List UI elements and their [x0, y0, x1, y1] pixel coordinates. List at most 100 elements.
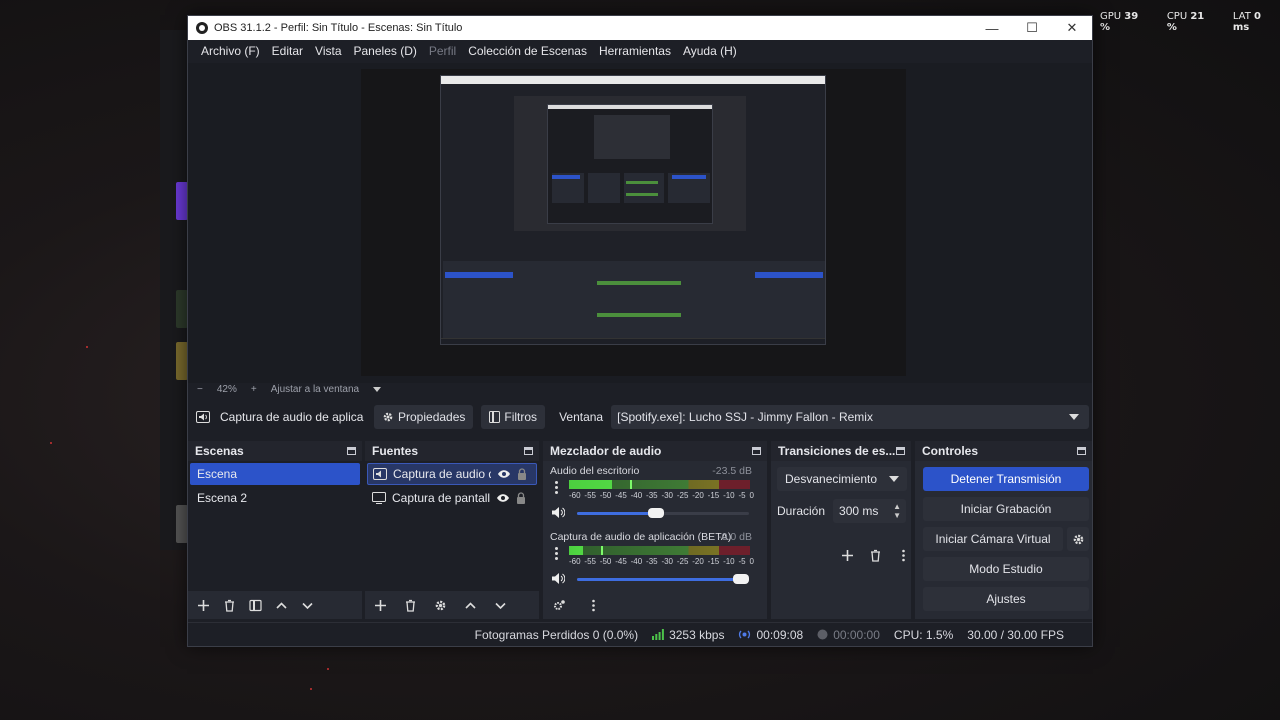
cpu-usage: CPU: 1.5%	[893, 627, 954, 642]
display-capture-icon	[372, 492, 386, 504]
properties-button[interactable]: Propiedades	[374, 405, 474, 429]
eye-icon[interactable]	[497, 469, 511, 479]
title-bar[interactable]: OBS 31.1.2 - Perfil: Sin Título - Escena…	[188, 16, 1092, 40]
minimize-icon[interactable]: —	[972, 16, 1012, 40]
undock-icon[interactable]	[1077, 447, 1086, 455]
lock-icon[interactable]	[516, 492, 526, 504]
chevron-down-icon	[889, 476, 899, 482]
record-icon	[817, 629, 828, 640]
speaker-icon[interactable]	[551, 506, 565, 519]
duration-input[interactable]: 300 ms ▲ ▼	[833, 499, 907, 523]
studio-mode-button[interactable]: Modo Estudio	[923, 557, 1089, 581]
obs-logo-icon	[196, 22, 208, 34]
volume-slider[interactable]	[577, 508, 749, 518]
meter-tick-label: -5	[738, 557, 746, 566]
duration-label: Duración	[777, 504, 826, 518]
transitions-dock-header: Transiciones de es...	[771, 441, 911, 461]
zoom-dropdown-icon[interactable]	[373, 386, 382, 392]
menu-perfil[interactable]: Perfil	[423, 44, 462, 58]
move-down-icon[interactable]	[299, 597, 315, 613]
sources-list: Captura de audio d Captura de pantalla	[365, 461, 539, 591]
program-preview[interactable]	[361, 69, 906, 376]
mixer-channel: Captura de audio de aplicación (BETA) -0…	[543, 527, 767, 593]
menu-archivo[interactable]: Archivo (F)	[195, 44, 266, 58]
menu-herramientas[interactable]: Herramientas	[593, 44, 677, 58]
dropped-frames: Fotogramas Perdidos 0 (0.0%)	[474, 627, 639, 642]
remove-source-icon[interactable]	[402, 597, 418, 613]
source-item[interactable]: Captura de audio d	[367, 463, 537, 485]
kebab-menu-icon[interactable]	[555, 481, 559, 495]
window-select[interactable]: [Spotify.exe]: Lucho SSJ - Jimmy Fallon …	[611, 405, 1090, 429]
source-properties-icon[interactable]	[432, 597, 448, 613]
volume-slider[interactable]	[577, 574, 749, 584]
nested-obs-capture	[440, 75, 826, 345]
menu-paneles[interactable]: Paneles (D)	[348, 44, 423, 58]
menu-vista[interactable]: Vista	[309, 44, 347, 58]
undock-icon[interactable]	[752, 447, 761, 455]
kebab-menu-icon[interactable]	[555, 547, 559, 561]
audio-capture-icon	[196, 411, 210, 423]
add-transition-icon[interactable]	[839, 547, 855, 563]
kebab-menu-icon[interactable]	[895, 547, 911, 563]
menu-bar: Archivo (F) Editar Vista Paneles (D) Per…	[188, 40, 1092, 62]
close-icon[interactable]: ✕	[1052, 16, 1092, 40]
spinner-icon[interactable]: ▲ ▼	[893, 502, 901, 520]
undock-icon[interactable]	[896, 447, 905, 455]
meter-tick-label: -30	[661, 557, 673, 566]
remove-transition-icon[interactable]	[867, 547, 883, 563]
move-up-icon[interactable]	[273, 597, 289, 613]
meter-level	[569, 546, 583, 555]
meter-tick-label: -40	[630, 491, 643, 500]
slider-knob[interactable]	[733, 574, 749, 584]
zoom-in-button[interactable]: +	[251, 384, 257, 395]
filters-button[interactable]: Filtros	[481, 405, 546, 429]
speaker-icon[interactable]	[551, 572, 565, 585]
transition-select[interactable]: Desvanecimiento	[777, 467, 907, 491]
status-bar: Fotogramas Perdidos 0 (0.0%) 3253 kbps 0…	[188, 622, 1092, 646]
zoom-out-button[interactable]: −	[197, 384, 203, 395]
gear-icon	[1073, 534, 1083, 544]
menu-editar[interactable]: Editar	[266, 44, 309, 58]
virtual-camera-settings-button[interactable]	[1067, 527, 1089, 551]
start-recording-button[interactable]: Iniciar Grabación	[923, 497, 1089, 521]
scene-item[interactable]: Escena 2	[190, 487, 360, 509]
ember-particle	[327, 668, 329, 670]
lock-icon[interactable]	[517, 468, 527, 480]
scene-filters-icon[interactable]	[247, 597, 263, 613]
transitions-title: Transiciones de es...	[778, 444, 896, 458]
volume-meter	[569, 546, 750, 555]
scenes-dock: Escenas Escena Escena 2	[188, 441, 362, 619]
transition-type: Desvanecimiento	[785, 472, 878, 486]
settings-button[interactable]: Ajustes	[923, 587, 1089, 611]
menu-coleccion[interactable]: Colección de Escenas	[462, 44, 593, 58]
mixer-dock-header: Mezclador de audio	[543, 441, 767, 461]
menu-ayuda[interactable]: Ayuda (H)	[677, 44, 743, 58]
advanced-audio-icon[interactable]	[551, 597, 567, 613]
stop-streaming-button[interactable]: Detener Transmisión	[923, 467, 1089, 491]
scene-item[interactable]: Escena	[190, 463, 360, 485]
undock-icon[interactable]	[524, 447, 533, 455]
kebab-menu-icon[interactable]	[585, 597, 601, 613]
move-down-icon[interactable]	[492, 597, 508, 613]
stream-timer: 00:09:08	[738, 628, 803, 642]
add-scene-icon[interactable]	[195, 597, 211, 613]
channel-name: Audio del escritorio	[550, 465, 640, 477]
maximize-icon[interactable]: ☐	[1012, 16, 1052, 40]
add-source-icon[interactable]	[372, 597, 388, 613]
audio-capture-icon	[373, 468, 387, 480]
move-up-icon[interactable]	[462, 597, 478, 613]
start-virtual-camera-button[interactable]: Iniciar Cámara Virtual	[923, 527, 1063, 551]
meter-tick-label: -35	[646, 491, 658, 500]
signal-bars-icon	[652, 629, 664, 640]
meter-tick-label: 0	[749, 491, 754, 500]
meter-tick-label: -25	[676, 491, 689, 500]
eye-icon[interactable]	[496, 493, 510, 503]
remove-scene-icon[interactable]	[221, 597, 237, 613]
obs-main-window: OBS 31.1.2 - Perfil: Sin Título - Escena…	[187, 15, 1093, 647]
nested-title-bar	[441, 76, 825, 84]
source-item[interactable]: Captura de pantalla	[367, 487, 537, 509]
slider-knob[interactable]	[648, 508, 664, 518]
undock-icon[interactable]	[347, 447, 356, 455]
meter-peak	[601, 546, 603, 555]
transition-tools	[839, 547, 911, 563]
